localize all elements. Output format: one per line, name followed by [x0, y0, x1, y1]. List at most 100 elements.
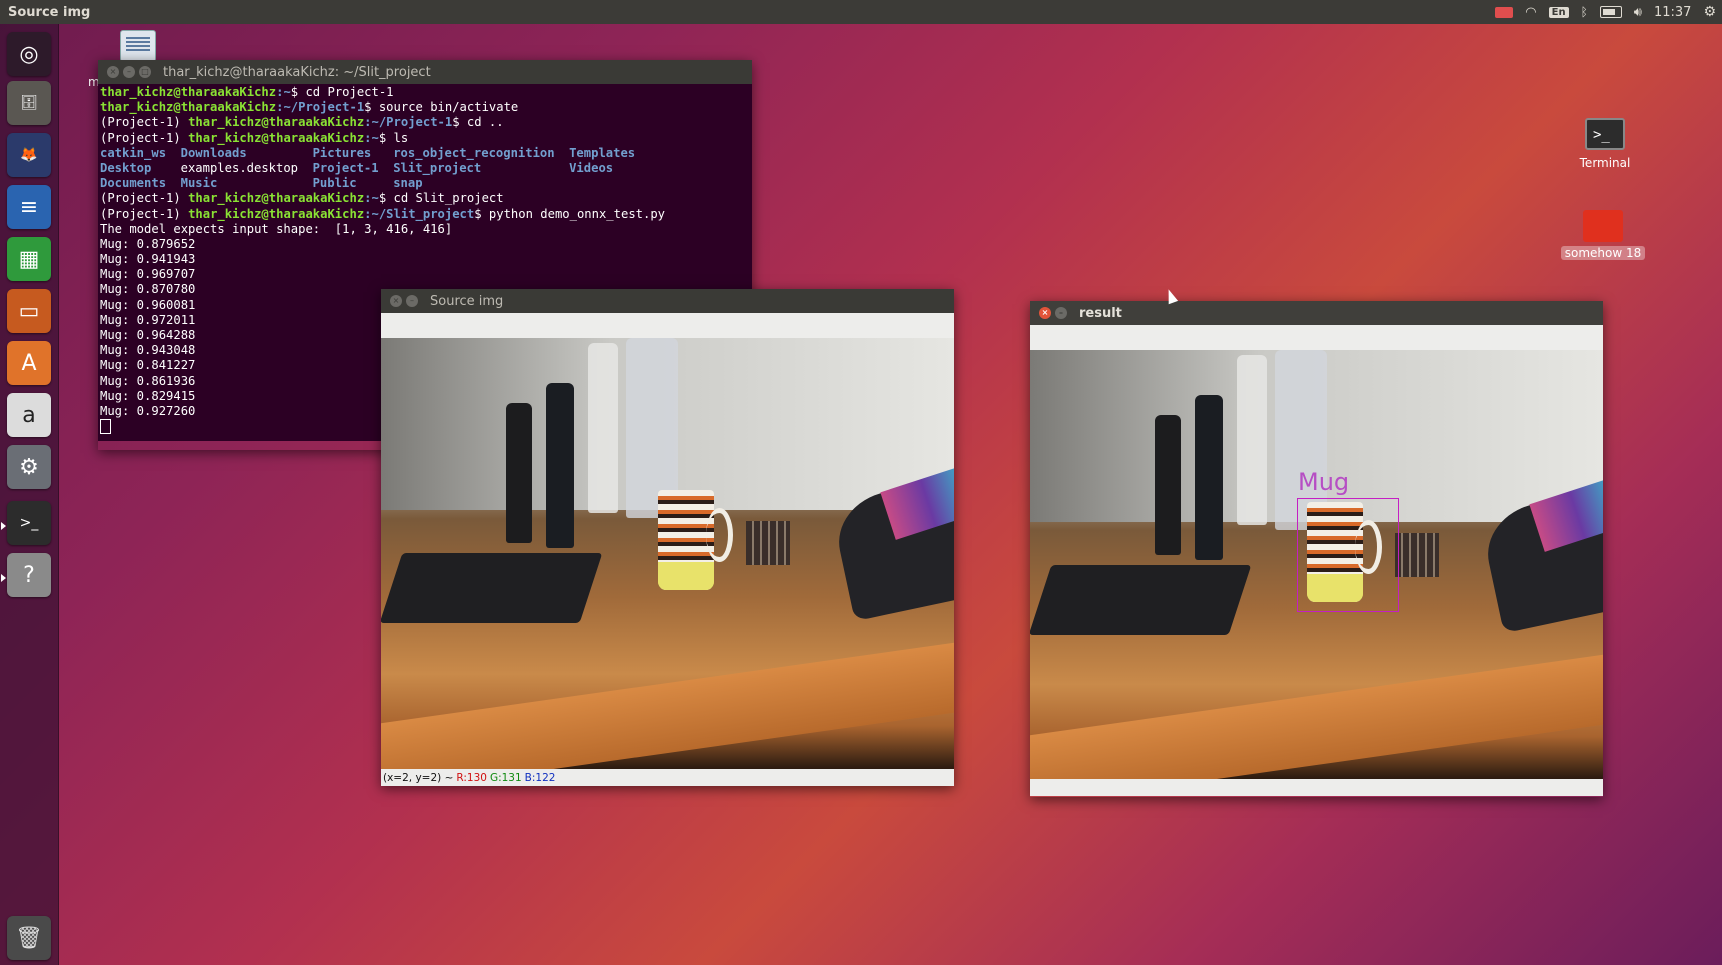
ls-entry: Templates — [569, 145, 636, 160]
files-icon[interactable]: 🗄 — [7, 81, 51, 125]
prompt-path: :~ — [364, 191, 379, 206]
prompt-path: :~/Slit_project — [364, 206, 475, 221]
detection-label: Mug — [1298, 468, 1350, 496]
terminal-line: thar_kichz@tharaakaKichz:~$ cd Project-1 — [100, 85, 750, 100]
ls-entry: catkin_ws — [100, 145, 167, 160]
prompt-user: thar_kichz@tharaakaKichz — [188, 206, 365, 221]
bottom-strip — [1030, 779, 1603, 796]
ls-entry: Music — [180, 176, 218, 191]
terminal-line: (Project-1) thar_kichz@tharaakaKichz:~$ … — [100, 131, 750, 146]
terminal-cursor — [100, 419, 111, 435]
terminal-line: (Project-1) thar_kichz@tharaakaKichz:~/S… — [100, 207, 750, 222]
trash-icon[interactable]: 🗑 — [7, 916, 51, 960]
maximize-button[interactable]: □ — [139, 66, 151, 78]
venv-prefix: (Project-1) — [100, 206, 189, 221]
minimize-button[interactable]: – — [406, 295, 418, 307]
status-green: G:131 — [489, 771, 522, 784]
impress-icon[interactable]: ▭ — [7, 289, 51, 333]
software-center-icon[interactable]: A — [7, 341, 51, 385]
command-text: $ python demo_onnx_test.py — [474, 206, 666, 221]
close-button[interactable]: × — [1039, 307, 1051, 319]
system-tray: ◠ En ᛒ 🔊︎ 11:37 ⚙ — [1495, 0, 1716, 24]
desktop-file-icon[interactable] — [120, 30, 156, 62]
status-coords: (x=2, y=2) ~ — [383, 771, 454, 784]
prompt-path: :~ — [364, 130, 379, 145]
ls-entry: Documents — [100, 176, 167, 191]
ls-output-row: catkin_ws Downloads Pictures ros_object_rec… — [100, 146, 750, 161]
minimize-button[interactable]: – — [1055, 307, 1067, 319]
command-text: $ cd Slit_project — [378, 191, 504, 206]
terminal-icon: >_ — [1585, 118, 1625, 150]
terminal-title: thar_kichz@tharaakaKichz: ~/Slit_project — [163, 64, 431, 80]
ls-entry: ros_object_recognition — [393, 145, 555, 160]
screen-record-icon[interactable] — [1495, 6, 1514, 18]
amazon-icon[interactable]: a — [7, 393, 51, 437]
detection-line: Mug: 0.941943 — [100, 252, 196, 267]
model-shape-line: The model expects input shape: [1, 3, 41… — [100, 221, 453, 236]
ls-entry: Desktop — [100, 160, 152, 175]
active-app-title: Source img — [8, 4, 91, 20]
ubuntu-dash-icon[interactable]: ◎ — [7, 32, 51, 76]
launcher: ◎ 🗄 🦊 ≡ ▦ ▭ Aa ⚙ >_? 🗑 — [0, 24, 59, 965]
result-window-titlebar[interactable]: × – result — [1030, 301, 1603, 325]
running-indicator — [1, 574, 6, 582]
keyboard-layout-indicator[interactable]: En — [1548, 6, 1569, 18]
command-text: $ ls — [378, 130, 409, 145]
result-window-title: result — [1079, 305, 1122, 321]
ls-entry: Slit_project — [393, 160, 482, 175]
prompt-user: thar_kichz@tharaakaKichz — [188, 130, 365, 145]
result-window[interactable]: × – result Mug — [1030, 301, 1603, 797]
detection-line: Mug: 0.879652 — [100, 236, 196, 251]
terminal-line: thar_kichz@tharaakaKichz:~/Project-1$ so… — [100, 100, 750, 115]
ls-entry: Public — [312, 176, 357, 191]
desktop-terminal-shortcut[interactable]: >_ Terminal — [1560, 118, 1650, 170]
prompt-path: :~ — [276, 85, 291, 99]
source-window-titlebar[interactable]: × – Source img — [381, 289, 954, 313]
source-photo[interactable] — [381, 338, 954, 769]
ls-entry: examples.desktop — [180, 160, 299, 175]
detection-line: Mug: 0.969707 — [100, 267, 196, 282]
ls-entry: snap — [393, 176, 423, 191]
ls-entry: Project-1 — [312, 160, 379, 175]
source-window-title: Source img — [430, 293, 504, 309]
status-blue: B:122 — [524, 771, 556, 784]
terminal-icon[interactable]: >_ — [7, 501, 51, 545]
prompt-user: thar_kichz@tharaakaKichz — [188, 191, 365, 206]
calc-icon[interactable]: ▦ — [7, 237, 51, 281]
running-indicator — [1, 522, 6, 530]
close-button[interactable]: × — [107, 66, 119, 78]
ls-output-row: Documents Music Public snap — [100, 176, 750, 191]
result-photo[interactable]: Mug — [1030, 350, 1603, 779]
prompt-user: thar_kichz@tharaakaKichz — [100, 85, 277, 99]
command-text: $ cd .. — [452, 115, 504, 130]
volume-icon[interactable]: 🔊︎ — [1634, 5, 1642, 20]
source-image-window[interactable]: × – Source img (x=2, y=2) ~ R:130 G:131 … — [381, 289, 954, 786]
desktop-folder-label: somehow 18 — [1560, 246, 1646, 260]
close-button[interactable]: × — [390, 295, 402, 307]
prompt-user: thar_kichz@tharaakaKichz — [100, 100, 277, 115]
venv-prefix: (Project-1) — [100, 130, 189, 145]
terminal-titlebar[interactable]: × – □ thar_kichz@tharaakaKichz: ~/Slit_p… — [98, 60, 752, 84]
writer-icon[interactable]: ≡ — [7, 185, 51, 229]
gear-icon[interactable]: ⚙ — [1703, 4, 1716, 20]
command-text: $ cd Project-1 — [290, 85, 394, 99]
ls-entry: Videos — [569, 160, 614, 175]
prompt-user: thar_kichz@tharaakaKichz — [188, 115, 365, 130]
help-icon[interactable]: ? — [7, 553, 51, 597]
bluetooth-icon[interactable]: ᛒ — [1581, 5, 1588, 19]
toolbar-area — [1030, 325, 1603, 350]
clock[interactable]: 11:37 — [1654, 5, 1691, 20]
toolbar-area — [381, 313, 954, 338]
ls-output-row: Desktop examples.desktop Project-1 Slit_pro… — [100, 161, 750, 176]
desktop-folder-shortcut[interactable]: somehow 18 — [1558, 210, 1648, 260]
venv-prefix: (Project-1) — [100, 115, 189, 130]
minimize-button[interactable]: – — [123, 66, 135, 78]
detection-box — [1297, 498, 1399, 612]
settings-icon[interactable]: ⚙ — [7, 445, 51, 489]
desktop-terminal-label: Terminal — [1579, 156, 1631, 170]
pixel-status-bar: (x=2, y=2) ~ R:130 G:131 B:122 — [381, 769, 954, 786]
top-panel: Source img ◠ En ᛒ 🔊︎ 11:37 ⚙ — [0, 0, 1722, 24]
wifi-icon[interactable]: ◠ — [1525, 5, 1536, 20]
battery-icon[interactable] — [1599, 6, 1622, 18]
firefox-icon[interactable]: 🦊 — [7, 133, 51, 177]
